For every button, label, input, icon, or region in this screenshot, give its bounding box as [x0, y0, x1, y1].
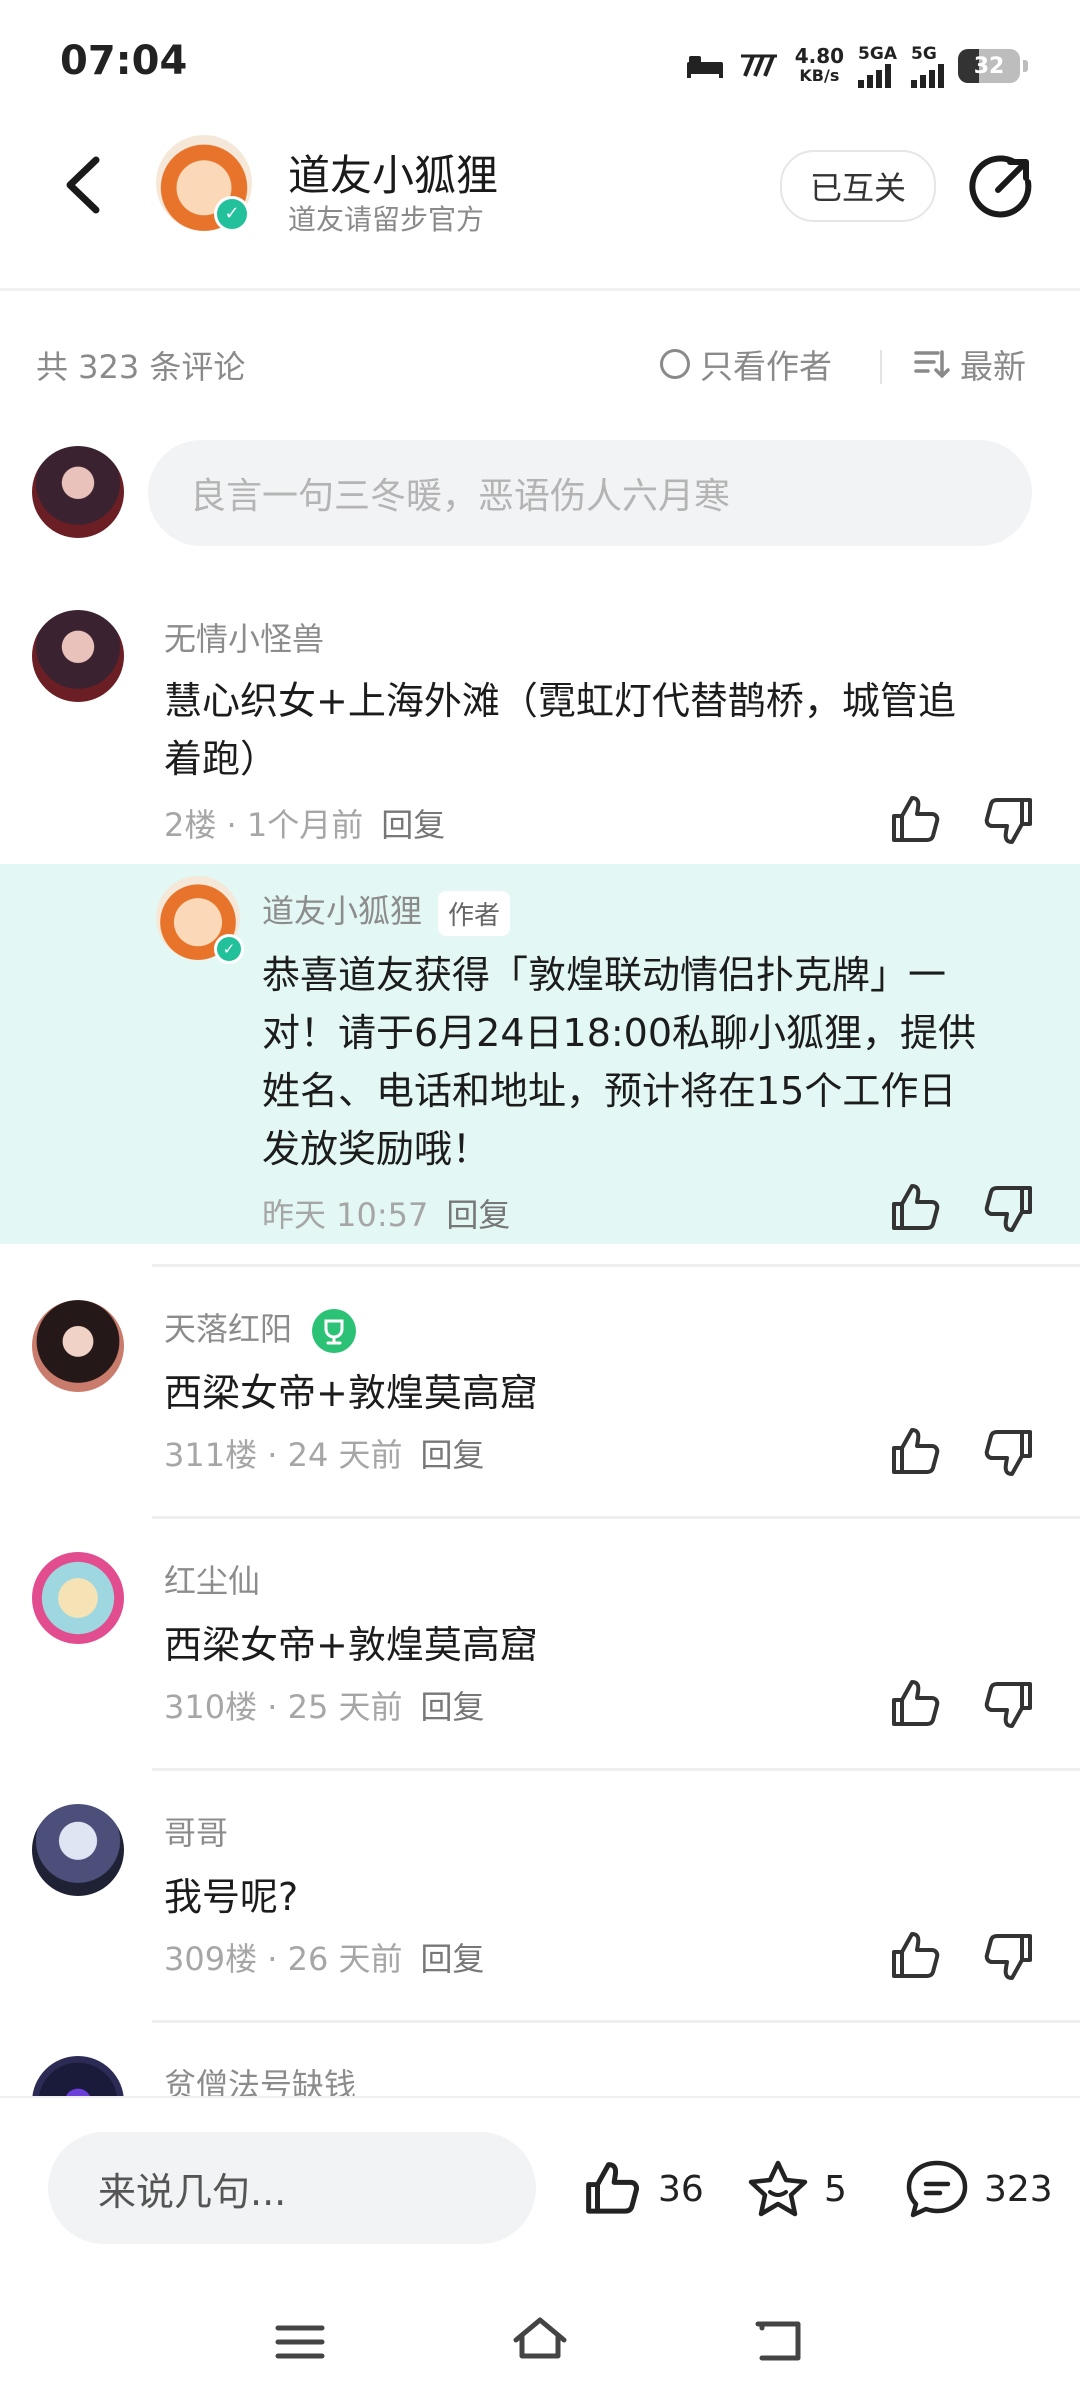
status-time: 07:04 [60, 38, 188, 84]
battery-level: 32 [973, 53, 1005, 79]
reply-text-line: 发放奖励哦！ [262, 1127, 491, 1171]
reply-button[interactable]: 回复 [421, 1688, 485, 1726]
bed-icon [686, 56, 723, 78]
reply-button[interactable]: 回复 [446, 1196, 510, 1234]
comment-text-line: 慧心织女+上海外滩（霓虹灯代替鹊桥，城管追 [164, 679, 956, 723]
status-icons: 4.80 KB/s 5GA 5G 32 [685, 44, 1028, 88]
filter-separator [880, 350, 882, 384]
back-nav-icon[interactable] [752, 2312, 812, 2372]
sort-list-icon [914, 350, 950, 378]
signal-bars-icon [858, 64, 892, 88]
reply-text-line: 对！请于6月24日18:00私聊小狐狸，提供 [262, 1011, 977, 1055]
comment-author[interactable]: 哥哥 [164, 1808, 228, 1854]
reply-time: 昨天 10:57 [262, 1196, 429, 1234]
comment-author[interactable]: 天落红阳 [164, 1310, 292, 1348]
comment-text: 我号呢? [164, 1875, 299, 1919]
thumb-down-icon[interactable] [980, 1928, 1036, 1984]
thumb-up-icon[interactable] [888, 1676, 944, 1732]
thumb-up-icon[interactable] [888, 1928, 944, 1984]
comment-avatar[interactable] [32, 1804, 124, 1896]
comment-total: 323 [984, 2168, 1053, 2210]
bottom-comment-input[interactable]: 来说几句... [48, 2132, 536, 2244]
favorite-button[interactable]: 5 [746, 2158, 847, 2220]
thumb-up-icon [586, 2162, 640, 2214]
network-speed: 4.80 KB/s [795, 46, 844, 86]
reply-button[interactable]: 回复 [381, 806, 445, 844]
comment-meta: 310楼 · 25 天前 回复 [164, 1682, 485, 1728]
speed-value: 4.80 [794, 44, 845, 68]
thumb-down-icon[interactable] [980, 1676, 1036, 1732]
radio-circle-icon [660, 349, 690, 379]
back-arrow-icon[interactable] [56, 150, 116, 220]
comment-bubble-icon [906, 2160, 968, 2218]
reply-button[interactable]: 回复 [421, 1436, 485, 1474]
thumb-up-icon[interactable] [888, 1424, 944, 1480]
comment-author[interactable]: 无情小怪兽 [164, 614, 324, 660]
comment-floor-time: 309楼 · 26 天前 [164, 1940, 403, 1978]
author-only-label: 只看作者 [700, 347, 832, 386]
reply-text-line: 恭喜道友获得「敦煌联动情侣扑克牌」一 [262, 953, 947, 997]
header-name[interactable]: 道友小狐狸 [288, 142, 498, 203]
signal1-label: 5GA [858, 44, 897, 64]
signal-bars-icon [911, 64, 944, 88]
comment-divider [152, 1264, 1080, 1267]
comment-meta: 311楼 · 24 天前 回复 [164, 1430, 485, 1476]
comment-count: 共 323 条评论 [36, 348, 246, 386]
share-icon[interactable] [968, 152, 1036, 220]
reply-author-row: 道友小狐狸 作者 [262, 886, 511, 936]
comment-author[interactable]: 红尘仙 [164, 1556, 260, 1602]
comment-floor-time: 311楼 · 24 天前 [164, 1436, 403, 1474]
comment-meta: 309楼 · 26 天前 回复 [164, 1934, 485, 1980]
comment-avatar[interactable] [32, 1552, 124, 1644]
like-count: 36 [658, 2168, 704, 2210]
comment-text-line: 着跑） [164, 737, 279, 781]
comment-author-row: 天落红阳 [164, 1304, 357, 1353]
verified-icon: ✓ [214, 934, 244, 964]
follow-button[interactable]: 已互关 [780, 150, 936, 222]
thumb-down-icon[interactable] [980, 1180, 1036, 1236]
trophy-badge-icon [312, 1309, 357, 1353]
author-badge: 作者 [438, 890, 511, 936]
my-avatar [32, 446, 124, 538]
thumb-up-icon[interactable] [888, 1180, 944, 1236]
reply-text: 恭喜道友获得「敦煌联动情侣扑克牌」一 对！请于6月24日18:00私聊小狐狸，提… [262, 946, 1052, 1178]
speed-unit: KB/s [799, 66, 840, 85]
author-only-toggle[interactable]: 只看作者 [660, 340, 832, 388]
comment-floor-time: 2楼 · 1个月前 [164, 806, 364, 844]
thumb-up-icon[interactable] [888, 792, 944, 848]
reply-meta: 昨天 10:57 回复 [262, 1190, 510, 1236]
thumb-down-icon[interactable] [980, 792, 1036, 848]
comment-input[interactable]: 良言一句三冬暖，恶语伤人六月寒 [148, 440, 1032, 546]
signal-5ga: 5GA [858, 44, 897, 88]
like-button[interactable]: 36 [582, 2158, 704, 2220]
signal-5g: 5G [911, 44, 944, 88]
comment-divider [152, 1516, 1080, 1519]
battery-icon: 32 [958, 49, 1028, 83]
comment-text: 西梁女帝+敦煌莫高窟 [164, 1371, 538, 1415]
sort-button[interactable]: 最新 [914, 340, 1026, 388]
sort-label: 最新 [960, 347, 1026, 386]
star-icon [748, 2160, 808, 2217]
thumb-down-icon[interactable] [980, 1424, 1036, 1480]
home-icon[interactable] [510, 2310, 570, 2370]
reply-button[interactable]: 回复 [421, 1940, 485, 1978]
comment-divider [152, 1768, 1080, 1771]
comment-text: 西梁女帝+敦煌莫高窟 [164, 1623, 538, 1667]
comment-text: 慧心织女+上海外滩（霓虹灯代替鹊桥，城管追 着跑） [164, 672, 1044, 788]
comments-button[interactable]: 323 [904, 2158, 1053, 2220]
comment-meta: 2楼 · 1个月前 回复 [164, 800, 445, 846]
header-subtitle: 道友请留步官方 [288, 203, 485, 236]
comment-divider [152, 2020, 1080, 2023]
reply-author[interactable]: 道友小狐狸 [262, 892, 422, 930]
comment-avatar[interactable] [32, 1300, 124, 1392]
header-divider [0, 288, 1080, 291]
verified-icon: ✓ [214, 196, 250, 232]
favorite-count: 5 [824, 2168, 847, 2210]
reply-text-line: 姓名、电话和地址，预计将在15个工作日 [262, 1069, 957, 1113]
comment-floor-time: 310楼 · 25 天前 [164, 1688, 403, 1726]
comment-avatar[interactable] [32, 610, 124, 702]
signal2-label: 5G [911, 44, 937, 64]
vibrate-icon [740, 54, 777, 77]
menu-icon[interactable] [270, 2312, 330, 2372]
